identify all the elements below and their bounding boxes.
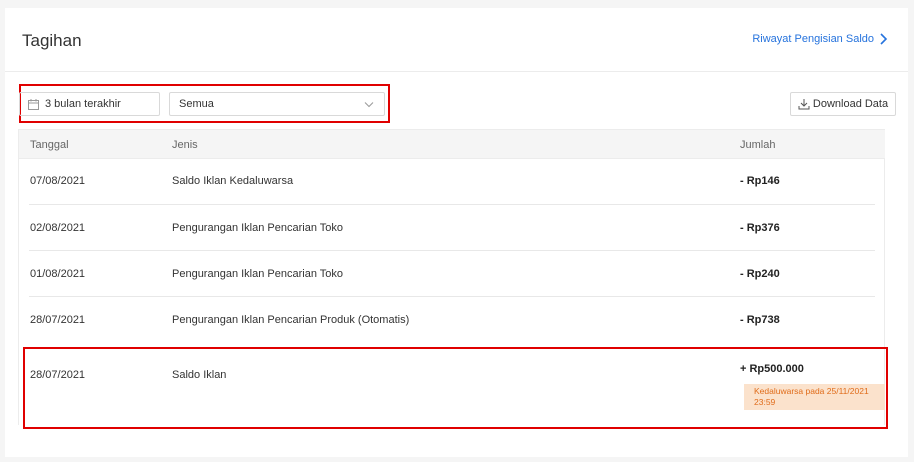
column-header-type: Jenis [172, 139, 198, 151]
column-header-date: Tanggal [30, 139, 69, 151]
history-link[interactable]: Riwayat Pengisian Saldo [752, 33, 888, 45]
date-range-picker[interactable]: 3 bulan terakhir [19, 92, 160, 116]
row-type: Pengurangan Iklan Pencarian Toko [172, 222, 344, 234]
row-amount: - Rp738 [740, 314, 780, 326]
table-header: Tanggal Jenis Jumlah [19, 130, 885, 159]
card-header: Tagihan Riwayat Pengisian Saldo [5, 8, 908, 72]
chevron-down-icon [364, 102, 374, 108]
chevron-right-icon [880, 33, 888, 45]
calendar-icon [28, 98, 39, 110]
history-link-label: Riwayat Pengisian Saldo [752, 33, 874, 45]
row-type: Pengurangan Iklan Pencarian Toko [172, 268, 344, 280]
row-date: 01/08/2021 [30, 268, 86, 280]
row-highlight [23, 347, 888, 429]
table-row: 02/08/2021 Pengurangan Iklan Pencarian T… [19, 205, 885, 251]
table-row: 01/08/2021 Pengurangan Iklan Pencarian T… [19, 251, 885, 297]
table-row: 28/07/2021 Pengurangan Iklan Pencarian P… [19, 297, 885, 343]
date-range-label: 3 bulan terakhir [45, 98, 121, 110]
row-type: Pengurangan Iklan Pencarian Produk (Otom… [172, 314, 410, 326]
row-type: Saldo Iklan Kedaluwarsa [172, 175, 294, 187]
row-date: 07/08/2021 [30, 175, 86, 187]
column-header-amount: Jumlah [740, 139, 776, 151]
type-select-value: Semua [179, 98, 214, 110]
row-date: 02/08/2021 [30, 222, 86, 234]
download-data-label: Download Data [812, 98, 889, 110]
page-title: Tagihan [22, 31, 82, 50]
row-amount: - Rp240 [740, 268, 780, 280]
download-data-button[interactable]: Download Data [790, 92, 896, 116]
download-icon [798, 99, 810, 110]
type-select[interactable]: Semua [169, 92, 385, 116]
row-amount: - Rp146 [740, 175, 780, 187]
row-amount: - Rp376 [740, 222, 780, 234]
row-date: 28/07/2021 [30, 314, 86, 326]
table-row: 07/08/2021 Saldo Iklan Kedaluwarsa - Rp1… [19, 159, 885, 205]
